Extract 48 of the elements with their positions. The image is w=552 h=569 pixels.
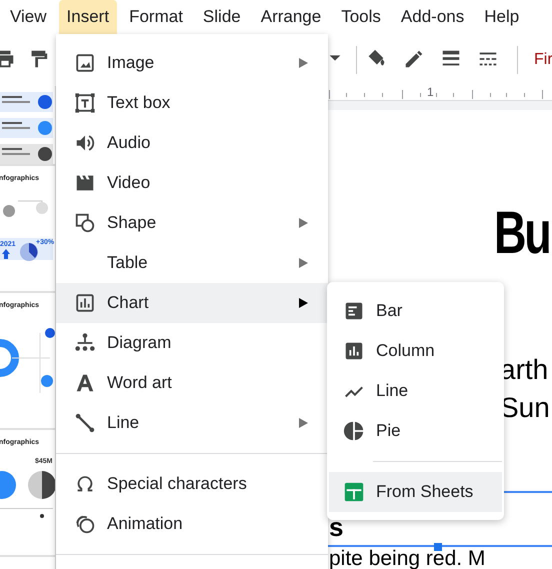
text-box-icon xyxy=(74,92,96,114)
menu-option[interactable]: Image xyxy=(56,43,328,83)
menu-option[interactable]: Bar xyxy=(329,291,502,331)
menu-item[interactable]: Slide xyxy=(194,0,249,34)
paragraph-text: pite being red. M xyxy=(329,549,486,569)
sheets-icon xyxy=(343,481,365,503)
image-icon xyxy=(74,52,96,74)
menu-item[interactable]: Tools xyxy=(333,0,389,34)
resize-handle[interactable] xyxy=(434,543,442,551)
diagram-icon xyxy=(74,332,96,354)
menu-option[interactable]: Line xyxy=(56,403,328,443)
slide-title: Bu xyxy=(494,198,550,267)
menu-option[interactable]: Audio xyxy=(56,123,328,163)
ruler-number: 1 xyxy=(427,85,434,99)
pencil-icon xyxy=(403,48,425,70)
menu-option[interactable]: Animation xyxy=(56,504,328,544)
shape-icon xyxy=(74,212,96,234)
font-selector[interactable]: Fir xyxy=(534,51,552,69)
menu-option[interactable]: Text box xyxy=(56,83,328,123)
animation-icon xyxy=(74,513,96,535)
menu-item[interactable]: Help xyxy=(476,0,528,34)
menu-option[interactable]: Word art xyxy=(56,363,328,403)
menu-option[interactable]: From Sheets xyxy=(329,472,502,512)
menu-item[interactable]: Arrange xyxy=(252,0,330,34)
line-icon xyxy=(74,412,96,434)
slide-thumbnail[interactable] xyxy=(0,328,55,394)
menu-option[interactable]: Video xyxy=(56,163,328,203)
menu-option[interactable]: Pie xyxy=(329,411,502,451)
bar-chart-icon xyxy=(74,292,96,314)
menu-item[interactable]: Add-ons xyxy=(392,0,472,34)
menu-option[interactable]: Diagram xyxy=(56,323,328,363)
menu-option[interactable]: Special characters xyxy=(56,464,328,504)
slide-thumbnail[interactable] xyxy=(0,471,55,518)
bar-chart-icon xyxy=(343,300,365,322)
menu-item[interactable]: Format xyxy=(121,0,191,34)
menu-option[interactable]: Column xyxy=(329,331,502,371)
menu-option[interactable]: Table xyxy=(56,243,328,283)
column-chart-icon xyxy=(343,340,365,362)
word-art-icon xyxy=(74,372,96,394)
menu-option[interactable]: Line xyxy=(329,371,502,411)
menu-option[interactable]: Shape xyxy=(56,203,328,243)
menu-item[interactable]: View xyxy=(2,0,55,34)
menu-option[interactable]: Chart xyxy=(56,283,328,323)
pie-chart-icon xyxy=(343,420,365,442)
slide-heading: s xyxy=(329,516,344,538)
slide-thumbnail[interactable] xyxy=(0,200,53,261)
menu-item[interactable]: Insert xyxy=(58,0,118,34)
slide-thumbnail[interactable] xyxy=(0,92,53,164)
